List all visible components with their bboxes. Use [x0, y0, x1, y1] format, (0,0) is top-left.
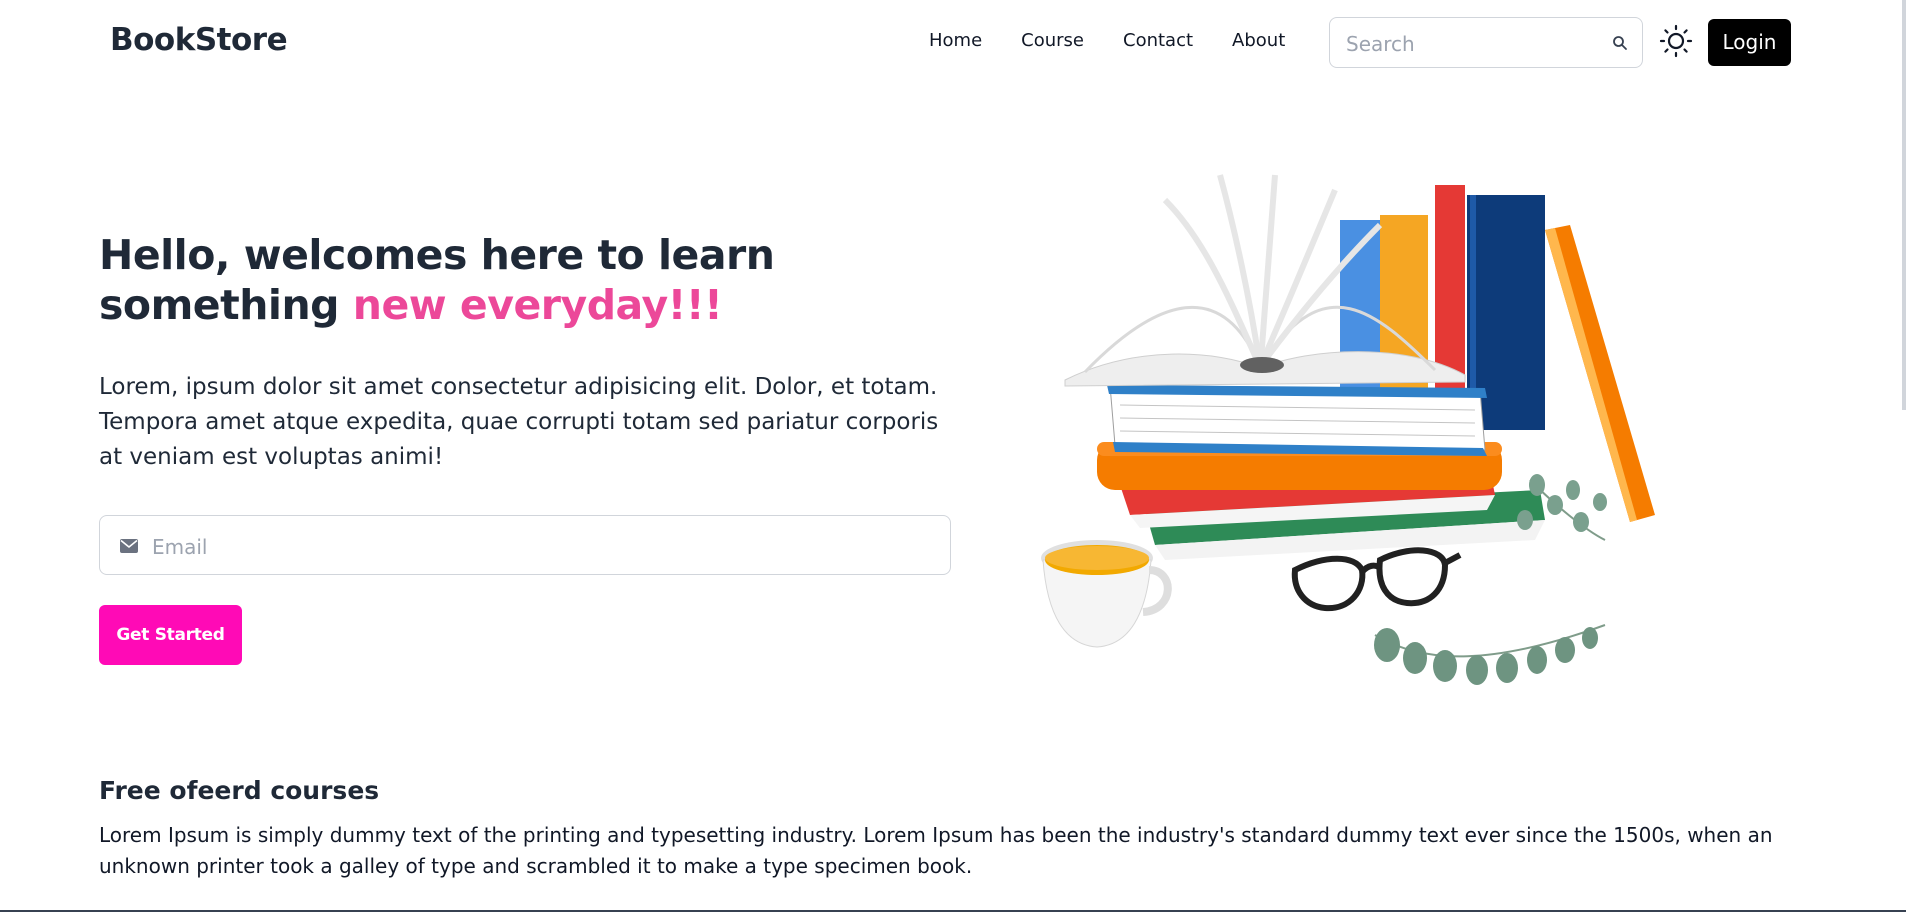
hero-description: Lorem, ipsum dolor sit amet consectetur …: [99, 374, 939, 470]
nav-link-course[interactable]: Course: [1021, 30, 1084, 51]
navbar: BookStore Home Course Contact About Logi…: [0, 0, 1906, 86]
section-title: Free ofeerd courses: [99, 776, 380, 805]
hero-title-accent: new everyday!!!: [352, 281, 723, 329]
nav-link-home[interactable]: Home: [929, 30, 982, 51]
search-input[interactable]: [1344, 29, 1598, 59]
nav-links: Home Course Contact About: [929, 30, 1324, 51]
sun-icon[interactable]: [1659, 24, 1693, 58]
email-field: [99, 515, 951, 575]
scrollbar[interactable]: [1902, 0, 1906, 410]
email-input[interactable]: [150, 532, 934, 562]
login-button[interactable]: Login: [1708, 19, 1791, 66]
nav-link-about[interactable]: About: [1232, 30, 1285, 51]
hero-title: Hello, welcomes here to learn something …: [99, 230, 799, 330]
get-started-button[interactable]: Get Started: [99, 605, 242, 665]
nav-link-contact[interactable]: Contact: [1123, 30, 1193, 51]
search-box: [1329, 17, 1643, 68]
brand-logo[interactable]: BookStore: [110, 22, 288, 58]
search-icon[interactable]: [1612, 35, 1628, 51]
mail-icon: [120, 539, 138, 553]
stack-of-books-illustration: [1041, 174, 1655, 685]
section-description: Lorem Ipsum is simply dummy text of the …: [99, 823, 1773, 878]
